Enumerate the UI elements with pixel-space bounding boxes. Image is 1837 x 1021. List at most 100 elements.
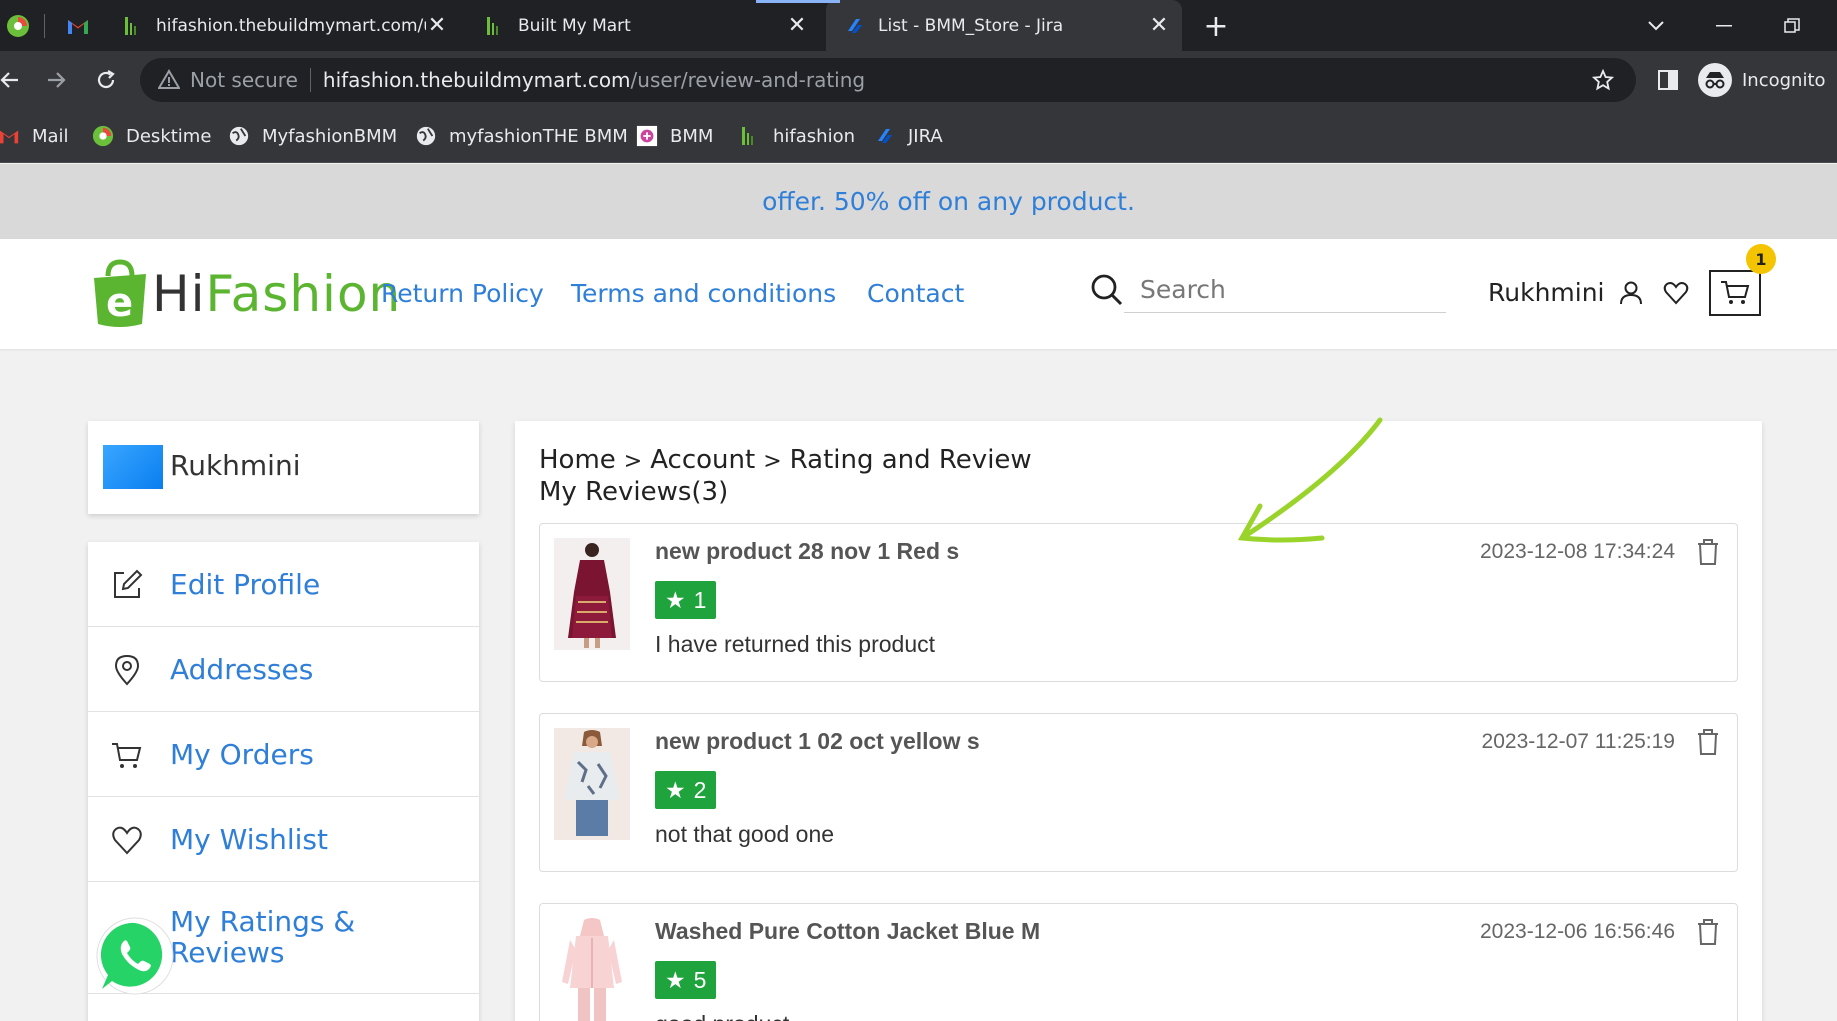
- globe-icon: [229, 126, 249, 146]
- bookmark-label: JIRA: [908, 125, 943, 147]
- sidebar-item-addresses[interactable]: Addresses: [88, 627, 479, 712]
- site-header: e Hi Fashion Return Policy Terms and cond…: [0, 239, 1837, 349]
- offer-banner: offer. 50% off on any product.: [0, 164, 1837, 239]
- review-card: new product 1 02 oct yellow s ★ 2 not tha…: [539, 713, 1738, 872]
- tab-search-chevron-down-icon[interactable]: [1642, 12, 1670, 40]
- search-box: [1088, 267, 1446, 313]
- product-thumbnail[interactable]: [554, 728, 630, 840]
- avatar: [103, 445, 163, 489]
- sidebar-item-label: Edit Profile: [170, 568, 321, 601]
- desktime-icon: [7, 15, 29, 37]
- hifashion-logo[interactable]: e Hi Fashion: [88, 259, 401, 329]
- logo-text-hi: Hi: [152, 265, 206, 323]
- gmail-pinned-tab[interactable]: [66, 14, 90, 38]
- restore-icon[interactable]: [1778, 12, 1806, 40]
- review-product-name[interactable]: new product 1 02 oct yellow s: [655, 728, 980, 755]
- tab-close-icon[interactable]: ✕: [784, 12, 810, 38]
- bookmark-myfashionbmm[interactable]: MyfashionBMM: [228, 123, 397, 149]
- gmail-icon: [0, 130, 19, 144]
- tab-jira[interactable]: List - BMM_Store - Jira ✕: [826, 0, 1182, 51]
- rating-value: 2: [693, 776, 707, 803]
- sidebar-item-my-orders[interactable]: My Orders: [88, 712, 479, 797]
- bookmark-star-icon[interactable]: [1592, 69, 1614, 91]
- review-text: good product: [655, 1011, 789, 1021]
- tab-title: hifashion.thebuildmymart.com/u: [156, 15, 426, 36]
- bookmark-desktime[interactable]: Desktime: [92, 123, 211, 149]
- breadcrumb-account[interactable]: Account: [650, 445, 755, 475]
- product-thumbnail[interactable]: [554, 918, 630, 1021]
- nav-contact[interactable]: Contact: [867, 279, 964, 308]
- jira-icon: [848, 18, 862, 33]
- product-thumbnail[interactable]: [554, 538, 630, 650]
- nav-terms-and-conditions[interactable]: Terms and conditions: [571, 279, 836, 308]
- heart-icon: [112, 826, 142, 855]
- warning-triangle-icon: [158, 69, 180, 89]
- rating-value: 1: [693, 586, 707, 613]
- user-icon[interactable]: [1616, 278, 1646, 308]
- reload-icon[interactable]: [90, 64, 122, 96]
- search-icon[interactable]: [1090, 273, 1124, 307]
- breadcrumb-home[interactable]: Home: [539, 445, 616, 475]
- bookmark-label: hifashion: [773, 125, 855, 147]
- tab-hifashion[interactable]: hifashion.thebuildmymart.com/u ✕: [108, 0, 460, 51]
- nav-return-policy[interactable]: Return Policy: [381, 279, 544, 308]
- side-panel-icon[interactable]: [1652, 64, 1684, 96]
- offer-text: offer. 50% off on any product.: [762, 187, 1135, 216]
- tab-title: Built My Mart: [518, 15, 631, 36]
- minimize-icon[interactable]: [1710, 12, 1738, 40]
- rating-badge: ★ 1: [655, 581, 717, 619]
- chrome-profile-favicon[interactable]: [6, 14, 30, 38]
- address-bar[interactable]: Not secure hifashion.thebuildmymart.com /…: [140, 58, 1636, 102]
- globe-icon: [416, 126, 436, 146]
- review-date: 2023-12-08 17:34:24: [1480, 540, 1675, 563]
- header-username[interactable]: Rukhmini: [1488, 278, 1605, 307]
- bookmark-jira[interactable]: JIRA: [874, 123, 943, 149]
- back-arrow-icon[interactable]: [0, 64, 26, 96]
- incognito-profile-button[interactable]: Incognito: [1698, 63, 1826, 97]
- tab-separator: [44, 14, 45, 38]
- breadcrumb-chevron-icon: >: [763, 449, 782, 474]
- review-product-name[interactable]: Washed Pure Cotton Jacket Blue M: [655, 918, 1040, 945]
- hifashion-icon: [487, 16, 498, 35]
- bookmark-bmm[interactable]: BMM: [636, 123, 713, 149]
- sidebar-item-edit-profile[interactable]: Edit Profile: [88, 542, 479, 627]
- incognito-icon: [1698, 63, 1732, 97]
- bookmark-label: BMM: [670, 125, 714, 147]
- forward-arrow-icon[interactable]: [40, 64, 72, 96]
- desktime-icon: [92, 125, 114, 147]
- tab-close-icon[interactable]: ✕: [424, 12, 450, 38]
- bookmark-mail[interactable]: Mail: [0, 123, 69, 149]
- active-tab-indicator: [756, 0, 840, 3]
- tab-close-icon[interactable]: ✕: [1146, 12, 1172, 38]
- bookmark-hifashion[interactable]: hifashion: [739, 123, 855, 149]
- page-title: My Reviews(3): [539, 477, 729, 507]
- sidebar-item-label: My Ratings & Reviews: [170, 905, 356, 969]
- review-text: I have returned this product: [655, 631, 935, 657]
- star-icon: ★: [665, 586, 686, 613]
- sidebar-item-label: Addresses: [170, 653, 314, 686]
- trash-icon[interactable]: [1695, 538, 1721, 566]
- trash-icon[interactable]: [1695, 918, 1721, 946]
- sidebar-item-my-wishlist[interactable]: My Wishlist: [88, 797, 479, 882]
- hifashion-icon: [125, 16, 136, 35]
- bookmarks-bar: Mail Desktime MyfashionBMM myfashionTHE …: [0, 109, 1837, 163]
- bookmark-label: Desktime: [126, 125, 212, 147]
- user-card: Rukhmini: [88, 421, 479, 514]
- review-product-name[interactable]: new product 28 nov 1 Red s: [655, 538, 959, 565]
- heart-icon[interactable]: [1661, 278, 1691, 308]
- cart-button[interactable]: [1709, 270, 1761, 316]
- search-input[interactable]: [1124, 267, 1446, 313]
- sidebar-item-label: My Wishlist: [170, 823, 328, 856]
- trash-icon[interactable]: [1695, 728, 1721, 756]
- tab-built-my-mart[interactable]: Built My Mart ✕: [470, 0, 820, 51]
- svg-text:e: e: [106, 280, 133, 326]
- url-host: hifashion.thebuildmymart.com: [322, 68, 631, 92]
- star-icon: ★: [665, 966, 686, 993]
- new-tab-button[interactable]: +: [1202, 9, 1230, 44]
- review-text: not that good one: [655, 821, 835, 847]
- web-page: offer. 50% off on any product. e Hi Fashi…: [0, 164, 1837, 1021]
- review-card: new product 28 nov 1 Red s ★ 1 I have ret…: [539, 523, 1738, 682]
- whatsapp-icon[interactable]: [94, 915, 176, 997]
- bookmark-myfashion-the-bmm[interactable]: myfashionTHE BMM: [415, 123, 628, 149]
- tab-title: List - BMM_Store - Jira: [878, 15, 1064, 36]
